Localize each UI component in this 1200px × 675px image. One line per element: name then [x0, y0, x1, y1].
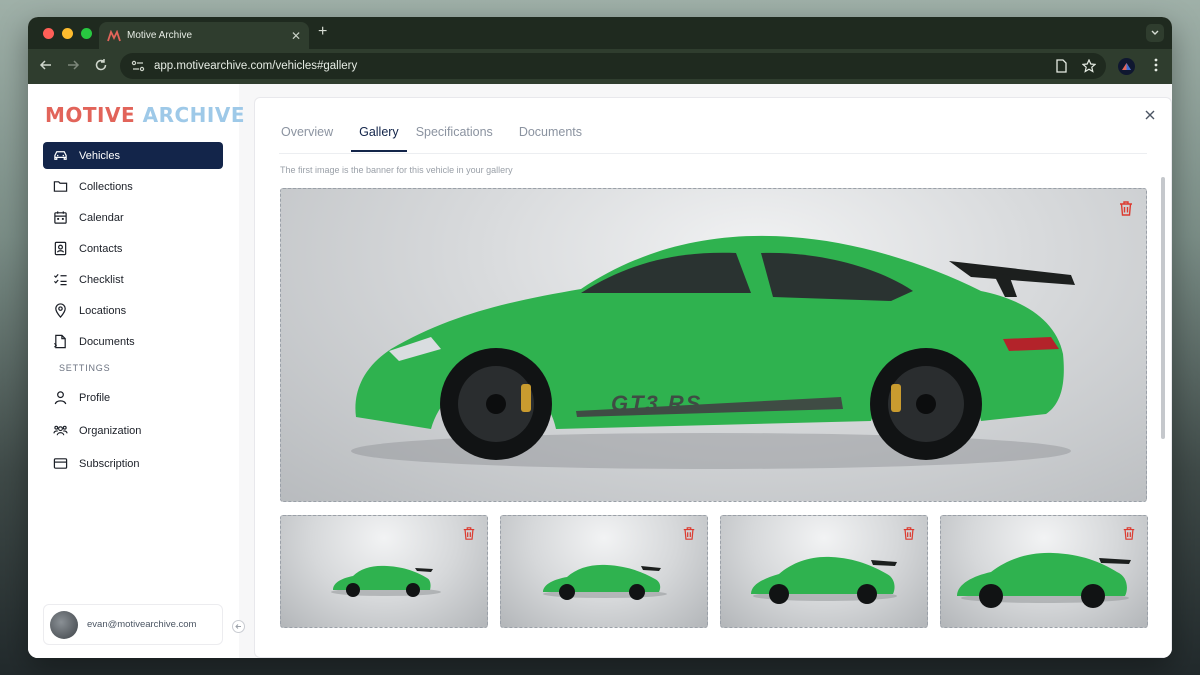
delete-image-trash-icon[interactable]	[1122, 526, 1136, 541]
sidebar-item-label: Checklist	[79, 273, 124, 286]
car-thumbnail-image	[543, 564, 667, 600]
site-settings-icon[interactable]	[130, 58, 146, 74]
user-icon	[54, 391, 67, 405]
sidebar-item-documents[interactable]: Documents	[43, 328, 223, 355]
sidebar-item-vehicles[interactable]: Vehicles	[43, 142, 223, 169]
motive-archive-favicon-icon	[107, 29, 121, 41]
sidebar: MOTIVE ARCHIVE Vehicles Collections Cale…	[28, 84, 245, 658]
user-email: evan@motivearchive.com	[87, 619, 197, 630]
sidebar-item-organization[interactable]: Organization	[43, 416, 223, 445]
gallery-hint-text: The first image is the banner for this v…	[280, 165, 513, 175]
sidebar-item-label: Locations	[79, 304, 127, 317]
sidebar-item-locations[interactable]: Locations	[43, 297, 223, 324]
sidebar-item-label: Calendar	[79, 211, 124, 224]
collapse-sidebar-button[interactable]	[232, 620, 245, 633]
settings-section-header: SETTINGS	[59, 363, 111, 373]
reload-icon[interactable]	[94, 58, 108, 72]
car-icon	[54, 151, 67, 160]
gallery-thumbnails	[280, 515, 1148, 628]
logo-word-motive: MOTIVE	[45, 103, 136, 127]
tab-close-icon[interactable]: ✕	[291, 29, 301, 43]
sidebar-item-label: Contacts	[79, 242, 123, 255]
sidebar-item-label: Subscription	[79, 457, 140, 470]
contact-card-icon	[54, 241, 67, 256]
svg-text:GT3 RS: GT3 RS	[611, 391, 702, 416]
sidebar-item-label: Vehicles	[79, 149, 120, 162]
back-arrow-icon[interactable]	[39, 58, 53, 72]
sidebar-item-collections[interactable]: Collections	[43, 173, 223, 200]
profile-logo-icon	[1122, 63, 1131, 70]
gallery-thumbnail[interactable]	[720, 515, 928, 628]
car-thumbnail-image	[331, 565, 441, 597]
document-icon	[54, 334, 66, 349]
green-porsche-side-view-image: GT3 RS	[351, 235, 1075, 469]
brand-logo[interactable]: MOTIVE ARCHIVE	[45, 103, 245, 127]
vehicle-gallery-panel: Overview Gallery Specifications Document…	[254, 97, 1172, 658]
main-nav: Vehicles Collections Calendar Contacts C…	[43, 142, 223, 482]
close-panel-icon[interactable]	[1145, 110, 1155, 120]
close-window-button[interactable]	[43, 27, 54, 39]
vehicle-tabs: Overview Gallery Specifications Document…	[281, 125, 608, 152]
gallery-scrollbar[interactable]	[1161, 177, 1165, 439]
zoom-window-button[interactable]	[81, 27, 92, 39]
app-body: MOTIVE ARCHIVE Vehicles Collections Cale…	[28, 84, 1172, 658]
user-account-card[interactable]: evan@motivearchive.com	[43, 604, 223, 645]
collapse-arrow-icon	[235, 624, 241, 629]
new-tab-button[interactable]: +	[318, 23, 327, 41]
sidebar-item-subscription[interactable]: Subscription	[43, 449, 223, 478]
page-info-icon[interactable]	[1055, 59, 1068, 73]
tab-specifications[interactable]: Specifications	[416, 125, 502, 152]
browser-toolbar: app.motivearchive.com/vehicles#gallery	[28, 49, 1172, 84]
tabs-divider	[279, 153, 1147, 154]
chevron-down-icon	[1151, 30, 1159, 35]
window-controls	[43, 27, 92, 39]
url-text[interactable]: app.motivearchive.com/vehicles#gallery	[154, 60, 357, 72]
car-thumbnail-image	[751, 556, 897, 604]
tab-documents[interactable]: Documents	[519, 125, 591, 152]
minimize-window-button[interactable]	[62, 27, 73, 39]
browser-menu-icon[interactable]	[1154, 58, 1158, 72]
logo-word-archive: ARCHIVE	[142, 103, 245, 127]
users-icon	[53, 425, 68, 436]
browser-profile-avatar[interactable]	[1118, 58, 1135, 75]
delete-image-trash-icon[interactable]	[1118, 200, 1134, 217]
tab-overview[interactable]: Overview	[281, 125, 342, 152]
delete-image-trash-icon[interactable]	[902, 526, 916, 541]
sidebar-item-label: Collections	[79, 180, 133, 193]
address-bar[interactable]: app.motivearchive.com/vehicles#gallery	[120, 53, 1106, 79]
browser-window: Motive Archive ✕ + app.motivearchive.com…	[28, 17, 1172, 658]
sidebar-item-label: Organization	[79, 424, 142, 437]
gallery-thumbnail[interactable]	[940, 515, 1148, 628]
tab-search-button[interactable]	[1146, 24, 1164, 42]
folder-icon	[53, 181, 68, 192]
sidebar-item-label: Documents	[79, 335, 135, 348]
forward-arrow-icon[interactable]	[66, 58, 80, 72]
map-pin-icon	[55, 303, 66, 318]
gallery-banner-image[interactable]: GT3 RS	[280, 188, 1147, 502]
bookmark-star-icon[interactable]	[1082, 59, 1096, 73]
delete-image-trash-icon[interactable]	[682, 526, 696, 541]
sidebar-item-contacts[interactable]: Contacts	[43, 235, 223, 262]
gallery-thumbnail[interactable]	[500, 515, 708, 628]
sidebar-item-label: Profile	[79, 391, 111, 404]
checklist-icon	[53, 273, 67, 286]
delete-image-trash-icon[interactable]	[462, 526, 476, 541]
tab-gallery[interactable]: Gallery	[351, 125, 407, 152]
browser-tab[interactable]: Motive Archive ✕	[99, 22, 309, 49]
browser-tab-bar: Motive Archive ✕ +	[28, 17, 1172, 49]
avatar	[50, 610, 78, 639]
calendar-icon	[54, 211, 67, 224]
sidebar-item-checklist[interactable]: Checklist	[43, 266, 223, 293]
sidebar-item-profile[interactable]: Profile	[43, 383, 223, 412]
gallery-thumbnail[interactable]	[280, 515, 488, 628]
sidebar-item-calendar[interactable]: Calendar	[43, 204, 223, 231]
tab-title: Motive Archive	[127, 30, 193, 41]
credit-card-icon	[53, 458, 68, 469]
car-thumbnail-image	[957, 552, 1131, 608]
